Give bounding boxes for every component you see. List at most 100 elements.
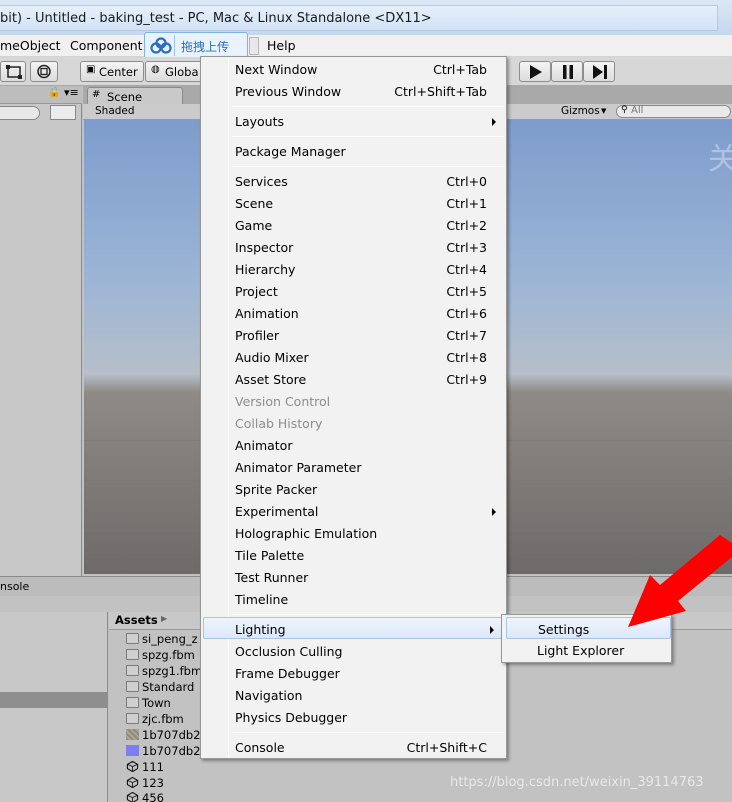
menu-item-next-window[interactable]: Next Window Ctrl+Tab [229,58,506,80]
menu-separator [232,136,504,137]
overlay-character: 关 [708,142,732,177]
drag-upload-button[interactable]: 拖拽上传 [144,32,248,59]
menu-item-label: Collab History [235,416,323,431]
menu-item-package-manager[interactable]: Package Manager [229,140,506,162]
asset-item[interactable]: 123 [126,776,164,790]
asset-item[interactable]: Town [126,696,171,710]
menu-item-label: Next Window [235,62,318,77]
transform-tool-button[interactable] [30,61,58,82]
asset-item[interactable]: spzg1.fbm [126,664,202,678]
folder-icon [126,713,139,724]
menu-item-project[interactable]: Project Ctrl+5 [229,280,506,302]
menu-item-services[interactable]: Services Ctrl+0 [229,170,506,192]
asset-name: spzg.fbm [142,648,195,662]
asset-item[interactable]: 111 [126,760,164,774]
menu-item-sprite-packer[interactable]: Sprite Packer [229,478,506,500]
menu-item-holographic-emulation[interactable]: Holographic Emulation [229,522,506,544]
pivot-center-button[interactable]: ▣ Center [80,61,144,82]
menu-separator [232,166,504,167]
menu-item-lighting[interactable]: Lighting [203,617,505,639]
global-toggle-button[interactable]: ◍ Globa [145,61,205,82]
submenu-item-light-explorer[interactable]: Light Explorer [506,639,671,661]
menu-item-physics-debugger[interactable]: Physics Debugger [229,706,506,728]
play-button[interactable] [519,61,551,82]
pause-button[interactable] [551,61,583,82]
menu-item-previous-window[interactable]: Previous Window Ctrl+Shift+Tab [229,80,506,102]
menu-item-inspector[interactable]: Inspector Ctrl+3 [229,236,506,258]
menu-item-scene[interactable]: Scene Ctrl+1 [229,192,506,214]
menu-item-animator-parameter[interactable]: Animator Parameter [229,456,506,478]
menu-item-experimental[interactable]: Experimental [229,500,506,522]
menu-help[interactable]: Help [267,38,296,53]
menu-item-label: Lighting [235,622,286,637]
menu-item-shortcut: Ctrl+3 [446,240,487,255]
asset-item[interactable]: 1b707db2 [126,744,200,758]
menu-item-animator[interactable]: Animator [229,434,506,456]
menu-bar: meObject Component Help [0,35,732,57]
search-icon: ⚲ [621,105,628,115]
upload-label: 拖拽上传 [181,40,230,54]
assets-breadcrumb[interactable]: Assets [115,613,158,627]
hierarchy-header: 🔒 ▾≡ [0,86,82,104]
gizmos-dropdown[interactable]: Gizmos [561,105,600,117]
hierarchy-search-input[interactable] [0,106,40,120]
menu-item-label: Timeline [235,592,289,607]
shading-mode-dropdown[interactable]: Shaded [95,105,135,117]
lock-icon[interactable]: 🔒 [48,87,60,98]
breadcrumb-arrow-icon: ▶ [161,614,168,623]
menu-item-navigation[interactable]: Navigation [229,684,506,706]
menu-item-label: Navigation [235,688,303,703]
watermark-text: https://blog.csdn.net/weixin_39114763 [450,775,704,790]
upload-separator [174,35,175,56]
menu-item-test-runner[interactable]: Test Runner [229,566,506,588]
menu-item-label: Project [235,284,278,299]
submenu-arrow-icon [492,118,496,126]
create-button[interactable] [50,105,76,120]
selected-folder-row[interactable] [0,692,107,708]
asset-name: 456 [142,791,164,802]
step-button[interactable] [583,61,615,82]
asset-item[interactable]: si_peng_z [126,632,198,646]
menu-gameobject[interactable]: meObject [0,38,61,53]
panel-menu-icon[interactable]: ▾≡ [64,86,79,99]
scene-tab-icon: # [92,89,101,100]
folder-icon [126,649,139,660]
asset-item[interactable]: 1b707db2 [126,728,200,742]
menu-item-console[interactable]: Console Ctrl+Shift+C [229,736,506,758]
menu-item-shortcut: Ctrl+8 [446,350,487,365]
tab-scene[interactable]: # Scene [87,87,183,105]
gizmos-arrow-icon: ▼ [601,107,607,115]
hierarchy-panel: 🔒 ▾≡ [0,86,82,576]
asset-item[interactable]: spzg.fbm [126,648,195,662]
menu-item-tile-palette[interactable]: Tile Palette [229,544,506,566]
menu-item-occlusion-culling[interactable]: Occlusion Culling [229,640,506,662]
asset-item[interactable]: zjc.fbm [126,712,184,726]
menu-item-game[interactable]: Game Ctrl+2 [229,214,506,236]
menu-component[interactable]: Component [70,38,143,53]
menu-item-label: Profiler [235,328,280,343]
menu-item-audio-mixer[interactable]: Audio Mixer Ctrl+8 [229,346,506,368]
asset-item[interactable]: 456 [126,791,164,802]
menu-item-label: Layouts [235,114,285,129]
menu-item-profiler[interactable]: Profiler Ctrl+7 [229,324,506,346]
menu-item-label: Animation [235,306,299,321]
menu-item-hierarchy[interactable]: Hierarchy Ctrl+4 [229,258,506,280]
menu-item-label: Audio Mixer [235,350,309,365]
menu-window-fragment[interactable] [249,37,259,55]
menu-item-layouts[interactable]: Layouts [229,110,506,132]
menu-item-label: Sprite Packer [235,482,318,497]
menu-item-frame-debugger[interactable]: Frame Debugger [229,662,506,684]
menu-item-timeline[interactable]: Timeline [229,588,506,610]
console-tab-label[interactable]: nsole [0,580,29,593]
menu-item-animation[interactable]: Animation Ctrl+6 [229,302,506,324]
folder-icon [126,681,139,692]
rect-tool-button[interactable] [0,61,26,82]
baidu-cloud-icon [150,37,172,54]
play-icon [530,65,542,79]
menu-item-asset-store[interactable]: Asset Store Ctrl+9 [229,368,506,390]
asset-item[interactable]: Standard [126,680,194,694]
scene-search-input[interactable]: ⚲ All [616,105,731,118]
menu-item-shortcut: Ctrl+7 [446,328,487,343]
menu-separator [232,732,504,733]
menu-item-label: Experimental [235,504,319,519]
